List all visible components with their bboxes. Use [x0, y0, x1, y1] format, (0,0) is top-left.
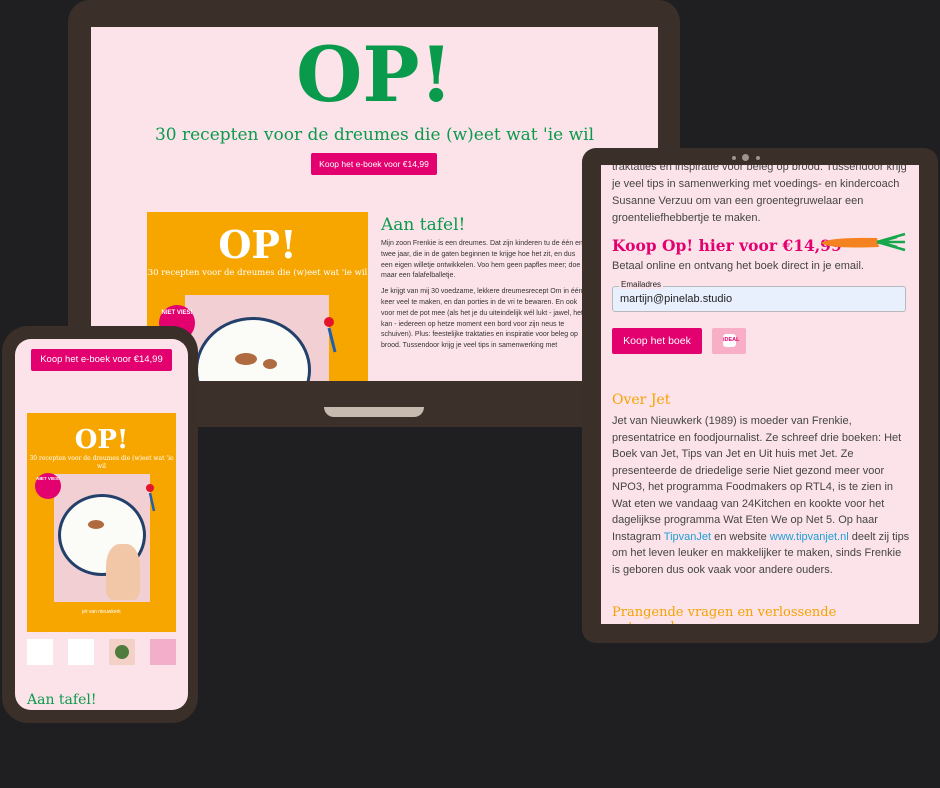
book-logo: OP! — [296, 30, 453, 119]
thumbnail-page[interactable] — [27, 639, 53, 665]
email-value[interactable]: martijn@pinelab.studio — [620, 293, 732, 305]
food-image — [88, 520, 104, 529]
cover-author: jet van nieuwkerk — [82, 609, 121, 615]
about-text: Jet van Nieuwkerk (1989) is moeder van F… — [612, 413, 912, 578]
buy-subtext: Betaal online en ontvang het boek direct… — [612, 260, 864, 272]
laptop-notch — [324, 407, 424, 417]
cover-photo — [185, 295, 329, 381]
buy-ebook-button[interactable]: Koop het e-boek voor €14,99 — [311, 153, 437, 175]
thumbnail-page[interactable] — [68, 639, 94, 665]
email-label: Emailadres — [619, 280, 664, 289]
buy-heading: Koop Op! hier voor €14,99 — [612, 236, 842, 255]
ideal-payment-button[interactable]: iDEAL — [712, 328, 746, 354]
cover-badge: NIET VIES! — [35, 473, 61, 499]
sensor-icon — [732, 156, 736, 160]
email-field[interactable]: Emailadres martijn@pinelab.studio — [612, 280, 906, 312]
spoon-icon — [324, 317, 337, 353]
cover-logo: OP! — [74, 425, 129, 455]
cover-subtitle: 30 recepten voor de dreumes die (w)eet w… — [29, 455, 174, 470]
section-title: Aan tafel! — [27, 692, 97, 708]
buy-book-button[interactable]: Koop het boek — [612, 328, 702, 354]
about-text-part: Jet van Nieuwkerk (1989) is moeder van F… — [612, 415, 902, 543]
about-text-part: en website — [711, 530, 770, 543]
tablet-screen: traktaties en inspiratie voor beleg op b… — [601, 165, 919, 624]
thumbnail-recipe[interactable] — [109, 639, 135, 665]
phone-device: Koop het e-boek voor €14,99 OP! 30 recep… — [2, 326, 198, 723]
camera-icon — [742, 154, 749, 161]
intro-text: traktaties en inspiratie voor beleg op b… — [612, 165, 907, 224]
book-cover: OP! 30 recepten voor de dreumes die (w)e… — [27, 413, 176, 632]
section-title: Aan tafel! — [381, 215, 466, 235]
food-image — [263, 359, 277, 369]
tablet-device: traktaties en inspiratie voor beleg op b… — [582, 148, 938, 643]
thumbnail-chart[interactable] — [150, 639, 176, 665]
food-image — [115, 645, 129, 659]
cover-logo: OP! — [218, 222, 297, 267]
hand-image — [106, 544, 140, 600]
phone-screen: Koop het e-boek voor €14,99 OP! 30 recep… — [15, 339, 188, 710]
sensor-icon — [756, 156, 760, 160]
paragraph: Je krijgt van mij 30 voedzame, lekkere d… — [381, 288, 583, 350]
carrot-icon — [821, 232, 906, 252]
instagram-link[interactable]: TipvanJet — [664, 531, 711, 543]
book-subtitle: 30 recepten voor de dreumes die (w)eet w… — [154, 125, 595, 145]
cover-subtitle: 30 recepten voor de dreumes die (w)eet w… — [147, 268, 368, 278]
paragraph: Mijn zoon Frenkie is een dreumes. Dat zi… — [381, 240, 583, 280]
faq-heading: Prangende vragen en verlossende antwoord… — [612, 605, 837, 624]
about-heading: Over Jet — [612, 392, 671, 408]
website-link[interactable]: www.tipvanjet.nl — [770, 531, 849, 543]
ideal-icon: iDEAL — [723, 334, 740, 347]
buy-ebook-button[interactable]: Koop het e-boek voor €14,99 — [31, 349, 172, 371]
cover-photo — [54, 474, 150, 602]
spoon-icon — [146, 484, 156, 512]
intro-text: Mijn zoon Frenkie is een dreumes. Dat zi… — [381, 239, 586, 357]
food-image — [235, 353, 257, 365]
plate-image — [195, 317, 311, 381]
